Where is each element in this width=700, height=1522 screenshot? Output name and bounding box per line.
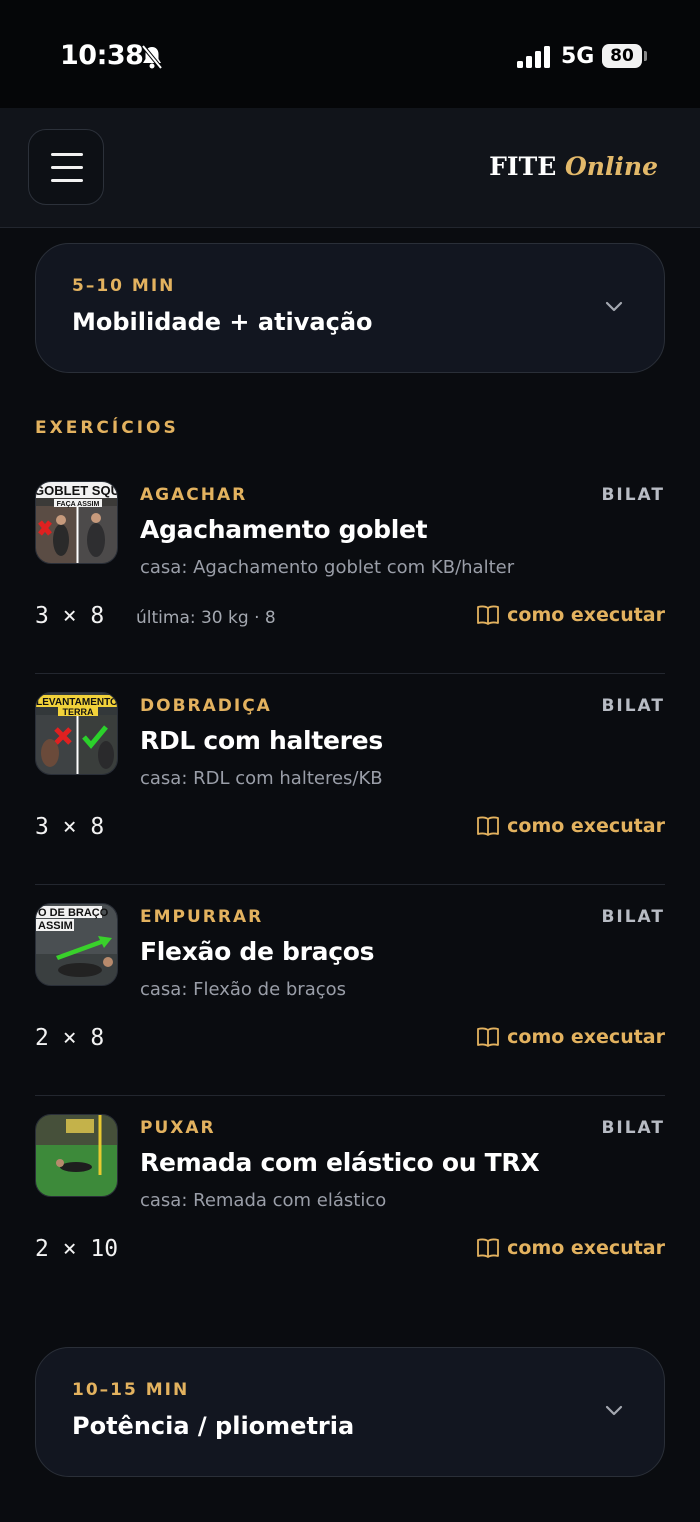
exercise-category: DOBRADIÇA (140, 696, 272, 716)
brand-accent: Online (564, 152, 658, 181)
signal-icon (517, 46, 550, 68)
exercise-item[interactable]: GOBLET SQU FAÇA ASSIM AGACHAR BILAT Agac… (35, 463, 665, 674)
how-to-label: como executar (507, 604, 665, 626)
phase-title: Potência / pliometria (72, 1412, 355, 1440)
chevron-down-icon[interactable] (604, 299, 624, 313)
exercise-name: Flexão de braços (140, 937, 375, 966)
menu-button[interactable] (28, 129, 104, 205)
exercise-item[interactable]: PUXAR BILAT Remada com elástico ou TRX c… (35, 1096, 665, 1307)
thumb-subtitle: FAÇA ASSIM (57, 501, 100, 508)
network-type: 5G (561, 44, 595, 69)
exercise-side: BILAT (601, 696, 665, 716)
hamburger-menu-icon (51, 179, 83, 182)
how-to-link[interactable]: como executar (476, 1023, 665, 1051)
exercise-side: BILAT (601, 485, 665, 505)
exercise-sets: 3 × 8 (35, 814, 105, 840)
exercise-name: Remada com elástico ou TRX (140, 1148, 540, 1177)
exercise-side: BILAT (601, 1118, 665, 1138)
phase-duration: 5–10 MIN (72, 276, 176, 296)
book-icon (477, 605, 500, 625)
book-icon (477, 816, 500, 836)
phase-card-power[interactable]: 10–15 MIN Potência / pliometria (35, 1347, 665, 1477)
how-to-label: como executar (507, 1237, 665, 1259)
thumb-title: GOBLET SQU (36, 483, 118, 498)
exercise-home-variant: casa: Agachamento goblet com KB/halter (140, 557, 515, 578)
status-time: 10:38 (60, 40, 144, 71)
exercise-thumbnail[interactable]: LEVANTAMENTO TERRA (35, 692, 118, 775)
exercise-category: EMPURRAR (140, 907, 264, 927)
thumb-subtitle: ASSIM (38, 920, 73, 932)
exercise-sets: 2 × 10 (35, 1236, 119, 1262)
brand-main: FITE (489, 152, 557, 181)
exercise-thumbnail[interactable] (35, 1114, 118, 1197)
exercise-home-variant: casa: Remada com elástico (140, 1190, 387, 1211)
bell-muted-icon (141, 44, 163, 70)
exercise-thumbnail[interactable]: GOBLET SQU FAÇA ASSIM (35, 481, 118, 564)
how-to-label: como executar (507, 1026, 665, 1048)
how-to-label: como executar (507, 815, 665, 837)
book-icon (477, 1027, 500, 1047)
exercise-thumbnail[interactable]: O DE BRAÇO ASSIM (35, 903, 118, 986)
how-to-link[interactable]: como executar (476, 601, 665, 629)
exercise-item[interactable]: O DE BRAÇO ASSIM EMPURRAR BILAT Flexão d… (35, 885, 665, 1096)
exercise-category: PUXAR (140, 1118, 216, 1138)
section-label-exercises: EXERCÍCIOS (35, 418, 179, 438)
exercise-sets: 2 × 8 (35, 1025, 105, 1051)
battery-icon: 80 (602, 44, 642, 68)
phase-card-warmup[interactable]: 5–10 MIN Mobilidade + ativação (35, 243, 665, 373)
exercise-name: RDL com halteres (140, 726, 383, 755)
exercise-item[interactable]: LEVANTAMENTO TERRA DOBRADIÇA BILAT RDL c… (35, 674, 665, 885)
hamburger-menu-icon (51, 153, 83, 156)
exercise-category: AGACHAR (140, 485, 248, 505)
status-bar: 10:38 5G 80 (0, 0, 700, 108)
exercise-side: BILAT (601, 907, 665, 927)
phase-title: Mobilidade + ativação (72, 308, 373, 336)
exercise-home-variant: casa: RDL com halteres/KB (140, 768, 383, 789)
brand-logo[interactable]: FITE Online (489, 152, 658, 181)
thumb-subtitle: TERRA (63, 707, 94, 717)
hamburger-menu-icon (51, 166, 83, 169)
exercise-home-variant: casa: Flexão de braços (140, 979, 347, 1000)
how-to-link[interactable]: como executar (476, 812, 665, 840)
app-header: FITE Online (0, 108, 700, 228)
exercise-sets: 3 × 8 (35, 603, 105, 629)
thumb-title: O DE BRAÇO (38, 907, 109, 919)
battery-tip (644, 51, 647, 61)
how-to-link[interactable]: como executar (476, 1234, 665, 1262)
book-icon (477, 1238, 500, 1258)
chevron-down-icon[interactable] (604, 1403, 624, 1417)
exercise-last-result: última: 30 kg · 8 (136, 608, 276, 628)
exercise-name: Agachamento goblet (140, 515, 428, 544)
phase-duration: 10–15 MIN (72, 1380, 190, 1400)
